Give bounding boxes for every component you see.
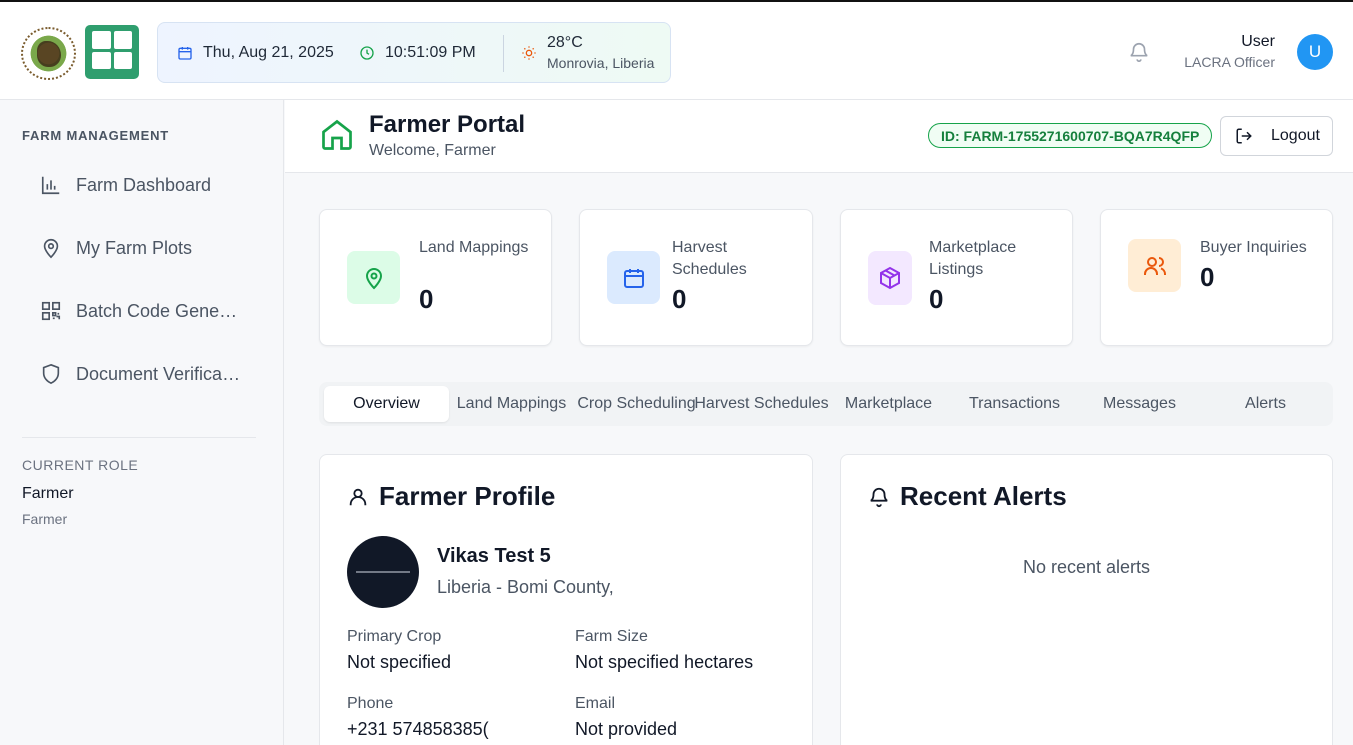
page-subtitle: Welcome, Farmer xyxy=(369,142,496,159)
calendar-icon xyxy=(178,46,192,60)
tab-transactions[interactable]: Transactions xyxy=(952,386,1077,422)
stat-value: 0 xyxy=(1200,262,1215,292)
qr-code-icon xyxy=(41,301,61,321)
sidebar: FARM MANAGEMENT Farm Dashboard My Farm P… xyxy=(0,100,284,745)
recent-alerts-title: Recent Alerts xyxy=(868,481,1067,512)
home-icon xyxy=(322,119,352,150)
date-text: Thu, Aug 21, 2025 xyxy=(203,43,334,61)
stat-icon-box xyxy=(868,251,912,305)
email-label: Email xyxy=(575,695,616,712)
sidebar-item-my-farm-plots[interactable]: My Farm Plots xyxy=(22,228,262,268)
farmer-profile-title: Farmer Profile xyxy=(347,481,555,512)
stat-card-marketplace-listings: Marketplace Listings 0 xyxy=(840,209,1073,346)
time-display: 10:51:09 PM xyxy=(359,23,476,82)
stat-card-harvest-schedules: Harvest Schedules 0 xyxy=(579,209,813,346)
weather-location: Monrovia, Liberia xyxy=(547,55,655,71)
farmer-location: Liberia - Bomi County, xyxy=(437,577,614,597)
current-role-value: Farmer xyxy=(22,485,74,502)
farmer-profile-title-text: Farmer Profile xyxy=(379,481,556,511)
primary-crop-label: Primary Crop xyxy=(347,628,442,645)
primary-crop-value: Not specified xyxy=(347,652,452,672)
stat-label: Buyer Inquiries xyxy=(1200,239,1307,256)
sidebar-item-farm-dashboard[interactable]: Farm Dashboard xyxy=(22,165,262,205)
stat-icon-box xyxy=(607,251,660,304)
bell-icon xyxy=(870,487,888,507)
stat-value: 0 xyxy=(672,284,687,314)
stat-value: 0 xyxy=(929,284,944,314)
sidebar-item-batch-code-generator[interactable]: Batch Code Generator xyxy=(22,291,262,331)
package-icon xyxy=(880,266,900,290)
current-role-heading: CURRENT ROLE xyxy=(22,457,139,473)
sidebar-divider xyxy=(22,437,256,438)
sidebar-item-label: Farm Dashboard xyxy=(76,174,212,195)
stat-label: Marketplace Listings xyxy=(929,239,1017,278)
tab-bar: Overview Land Mappings Crop Scheduling H… xyxy=(319,382,1333,426)
farmer-profile-card: Farmer Profile Vikas Test 5 Liberia - Bo… xyxy=(319,454,813,745)
time-text: 10:51:09 PM xyxy=(385,43,476,61)
tab-alerts[interactable]: Alerts xyxy=(1203,386,1328,422)
user-role: LACRA Officer xyxy=(1184,54,1275,70)
tab-crop-scheduling[interactable]: Crop Scheduling xyxy=(574,386,699,422)
user-name: User xyxy=(1241,33,1275,50)
calendar-icon xyxy=(623,268,644,288)
recent-alerts-title-text: Recent Alerts xyxy=(900,481,1067,511)
user-icon xyxy=(349,488,367,505)
map-pin-icon xyxy=(365,267,382,289)
sidebar-item-label: My Farm Plots xyxy=(76,237,193,258)
sun-icon xyxy=(522,45,536,60)
farm-id-badge: ID: FARM-1755271600707-BQA7R4QFP xyxy=(928,123,1213,148)
datetime-weather-panel: Thu, Aug 21, 2025 10:51:09 PM 28°C Monro… xyxy=(157,22,671,83)
bar-chart-icon xyxy=(41,176,60,195)
user-avatar[interactable]: U xyxy=(1297,34,1333,70)
farmer-avatar xyxy=(347,536,419,608)
notifications-bell-icon[interactable] xyxy=(1128,41,1150,63)
stat-label: Harvest Schedules xyxy=(672,239,747,278)
tab-overview[interactable]: Overview xyxy=(324,386,449,422)
sidebar-item-document-verification[interactable]: Document Verification xyxy=(22,354,262,394)
portal-header: Farmer Portal Welcome, Farmer ID: FARM-1… xyxy=(285,100,1353,173)
stat-icon-box xyxy=(347,251,400,304)
sidebar-item-label: Batch Code Generator xyxy=(76,300,241,321)
shield-icon xyxy=(42,363,60,385)
date-display: Thu, Aug 21, 2025 xyxy=(177,23,334,82)
email-value: Not provided xyxy=(575,719,678,739)
recent-alerts-card: Recent Alerts No recent alerts xyxy=(840,454,1333,745)
app-logo xyxy=(85,25,139,79)
map-pin-icon xyxy=(43,238,59,259)
top-header: Thu, Aug 21, 2025 10:51:09 PM 28°C Monro… xyxy=(0,0,1353,100)
temperature: 28°C xyxy=(547,34,583,51)
divider xyxy=(503,35,504,72)
phone-label: Phone xyxy=(347,695,394,712)
no-alerts-message: No recent alerts xyxy=(1022,557,1151,577)
sidebar-item-label: Document Verification xyxy=(76,363,241,384)
current-role-sub: Farmer xyxy=(22,511,68,527)
farmer-name: Vikas Test 5 xyxy=(437,545,551,567)
tab-marketplace[interactable]: Marketplace xyxy=(826,386,951,422)
clock-icon xyxy=(360,45,374,60)
lacra-logo xyxy=(21,27,76,80)
logout-button[interactable]: Logout xyxy=(1220,116,1333,156)
logout-icon xyxy=(1236,128,1252,144)
farm-size-label: Farm Size xyxy=(575,628,648,645)
sidebar-section-title: FARM MANAGEMENT xyxy=(22,128,170,143)
users-icon xyxy=(1143,256,1166,275)
weather-display: 28°C Monrovia, Liberia xyxy=(521,23,654,82)
tab-land-mappings[interactable]: Land Mappings xyxy=(449,386,574,422)
farm-size-value: Not specified hectares xyxy=(575,652,754,672)
user-info: User LACRA Officer xyxy=(1184,33,1275,70)
stat-icon-box xyxy=(1128,239,1181,292)
stat-card-land-mappings: Land Mappings 0 xyxy=(319,209,552,346)
phone-value: +231 574858385( xyxy=(347,719,489,739)
stat-label: Land Mappings xyxy=(419,239,529,256)
tab-messages[interactable]: Messages xyxy=(1077,386,1202,422)
stat-value: 0 xyxy=(419,284,434,314)
stat-card-buyer-inquiries: Buyer Inquiries 0 xyxy=(1100,209,1333,346)
tab-harvest-schedules[interactable]: Harvest Schedules xyxy=(694,386,828,422)
page-title: Farmer Portal xyxy=(369,111,526,138)
logout-label: Logout xyxy=(1271,127,1320,144)
